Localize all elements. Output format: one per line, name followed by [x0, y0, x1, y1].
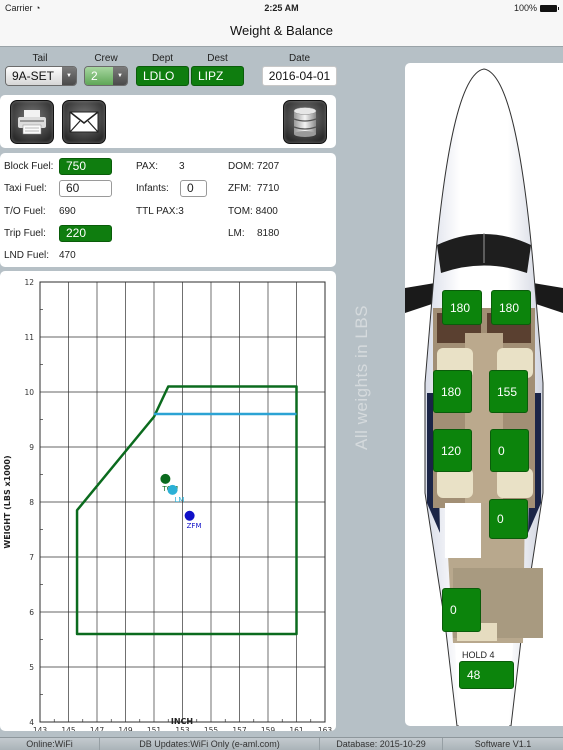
zfm-value: 7710 — [257, 183, 280, 194]
chevron-down-icon: ▼ — [113, 67, 127, 85]
taxi-fuel-input[interactable]: 60 — [59, 180, 112, 197]
pax-label: PAX: — [136, 161, 159, 172]
x-tick-label: 145 — [61, 726, 76, 731]
seat-crew-right[interactable]: 180 — [491, 290, 531, 325]
tail-label: Tail — [32, 53, 48, 64]
tail-value: 9A-SET — [6, 67, 62, 85]
x-tick-label: 159 — [261, 726, 276, 731]
print-button[interactable] — [10, 100, 54, 144]
point-label-lm: LM — [175, 496, 185, 504]
date-label: Date — [288, 53, 311, 64]
crew-value: 2 — [85, 67, 113, 85]
dest-field[interactable]: LIPZ — [191, 66, 244, 86]
online-status: Online:WiFi — [0, 738, 100, 750]
trip-fuel-label: Trip Fuel: — [4, 228, 46, 239]
seat-pax-2-right[interactable]: 0 — [490, 429, 529, 472]
lm-label: LM: — [228, 228, 245, 239]
infants-input[interactable]: 0 — [180, 180, 207, 197]
y-tick-label: 9 — [29, 443, 34, 452]
pax-value: 3 — [179, 161, 185, 172]
x-tick-label: 151 — [147, 726, 162, 731]
lnd-fuel-label: LND Fuel: — [4, 250, 50, 261]
nav-bar: Weight & Balance — [0, 16, 563, 47]
zfm-label: ZFM: — [228, 183, 252, 194]
database-date: Database: 2015-10-29 — [320, 738, 443, 750]
x-tick-label: 153 — [175, 726, 190, 731]
clock: 2:25 AM — [264, 3, 299, 13]
y-tick-label: 8 — [29, 498, 34, 507]
footer-status-bar: Online:WiFi DB Updates:WiFi Only (e-aml.… — [0, 737, 563, 750]
block-fuel-input[interactable]: 750 — [59, 158, 112, 175]
point-tom — [160, 473, 171, 484]
dept-label: Dept — [151, 53, 174, 64]
tom-value: TOM: 8400 — [228, 206, 278, 217]
taxi-fuel-label: Taxi Fuel: — [4, 183, 47, 194]
trip-fuel-input[interactable]: 220 — [59, 225, 112, 242]
battery-icon — [540, 4, 559, 12]
db-updates-status: DB Updates:WiFi Only (e-aml.com) — [100, 738, 320, 750]
software-version: Software V1.1 — [474, 739, 532, 749]
to-fuel-label: T/O Fuel: — [4, 206, 46, 217]
printer-icon — [18, 110, 46, 135]
dept-field[interactable]: LDLO — [136, 66, 189, 86]
point-label-zfm: ZFM — [187, 522, 202, 530]
point-zfm — [184, 510, 195, 521]
seat-pax-3-right[interactable]: 0 — [489, 499, 528, 539]
weights-unit-note: All weights in LBS — [352, 304, 371, 450]
x-tick-label: 157 — [232, 726, 247, 731]
y-tick-label: 12 — [24, 278, 34, 287]
x-axis-label: INCH — [171, 717, 193, 726]
to-fuel-value: 690 — [59, 206, 76, 217]
x-tick-label: 143 — [33, 726, 48, 731]
aircraft-seat-map: 180 180 180 155 120 0 0 0 HOLD 4 48 — [405, 63, 563, 726]
page-title: Weight & Balance — [229, 23, 334, 38]
infants-label: Infants: — [136, 183, 169, 194]
y-tick-label: 11 — [24, 333, 34, 342]
crew-select[interactable]: 2 ▼ — [84, 66, 128, 86]
total-pax: TTL PAX:3 — [136, 206, 184, 217]
y-tick-label: 7 — [29, 553, 34, 562]
seat-pax-2-left[interactable]: 120 — [433, 429, 472, 472]
x-tick-label: 149 — [118, 726, 133, 731]
x-tick-label: 155 — [204, 726, 219, 731]
dom-value: DOM: 7207 — [228, 161, 280, 172]
toolbar-panel — [0, 95, 336, 148]
point-lm — [167, 484, 178, 495]
x-tick-label: 163 — [318, 726, 333, 731]
seat-pax-1-right[interactable]: 155 — [489, 370, 528, 413]
crew-label: Crew — [94, 53, 118, 64]
battery-indicator: 100% — [514, 3, 559, 13]
seat-pax-1-left[interactable]: 180 — [433, 370, 472, 413]
cg-chart-panel: 143 145 147 149 151 153 155 157 159 161 163 4 5 6 7 8 9 1… — [0, 271, 340, 735]
dest-label: Dest — [207, 53, 228, 64]
y-axis-label: WEIGHT (LBS x1000) — [3, 455, 12, 548]
y-tick-label: 10 — [24, 388, 34, 397]
y-tick-label: 5 — [29, 663, 34, 672]
block-fuel-label: Block Fuel: — [4, 161, 54, 172]
aircraft-illustration — [405, 68, 563, 726]
hold-4-input[interactable]: 48 — [459, 661, 514, 689]
lnd-fuel-value: 470 — [59, 250, 76, 261]
date-field[interactable]: 2016-04-01 — [262, 66, 337, 86]
chevron-down-icon: ▼ — [62, 67, 76, 85]
hold-4-label: HOLD 4 — [462, 650, 495, 660]
x-tick-label: 147 — [90, 726, 105, 731]
fuel-panel: Block Fuel: 750 Taxi Fuel: 60 T/O Fuel: … — [0, 153, 336, 267]
lm-value: 8180 — [257, 228, 280, 239]
seat-crew-left[interactable]: 180 — [442, 290, 482, 325]
status-bar: Carrier ◔ 2:25 AM 100% — [0, 0, 563, 16]
database-button[interactable] — [283, 100, 327, 144]
x-tick-label: 161 — [289, 726, 304, 731]
cg-envelope-chart: 143 145 147 149 151 153 155 157 159 161 163 4 5 6 7 8 9 1… — [3, 278, 340, 735]
tail-select[interactable]: 9A-SET ▼ — [5, 66, 77, 86]
database-icon — [293, 107, 317, 137]
envelope-icon — [69, 111, 99, 133]
aft-cabin-baggage[interactable]: 0 — [442, 588, 481, 632]
y-tick-label: 6 — [29, 608, 34, 617]
y-tick-label: 4 — [29, 718, 34, 727]
email-button[interactable] — [62, 100, 106, 144]
